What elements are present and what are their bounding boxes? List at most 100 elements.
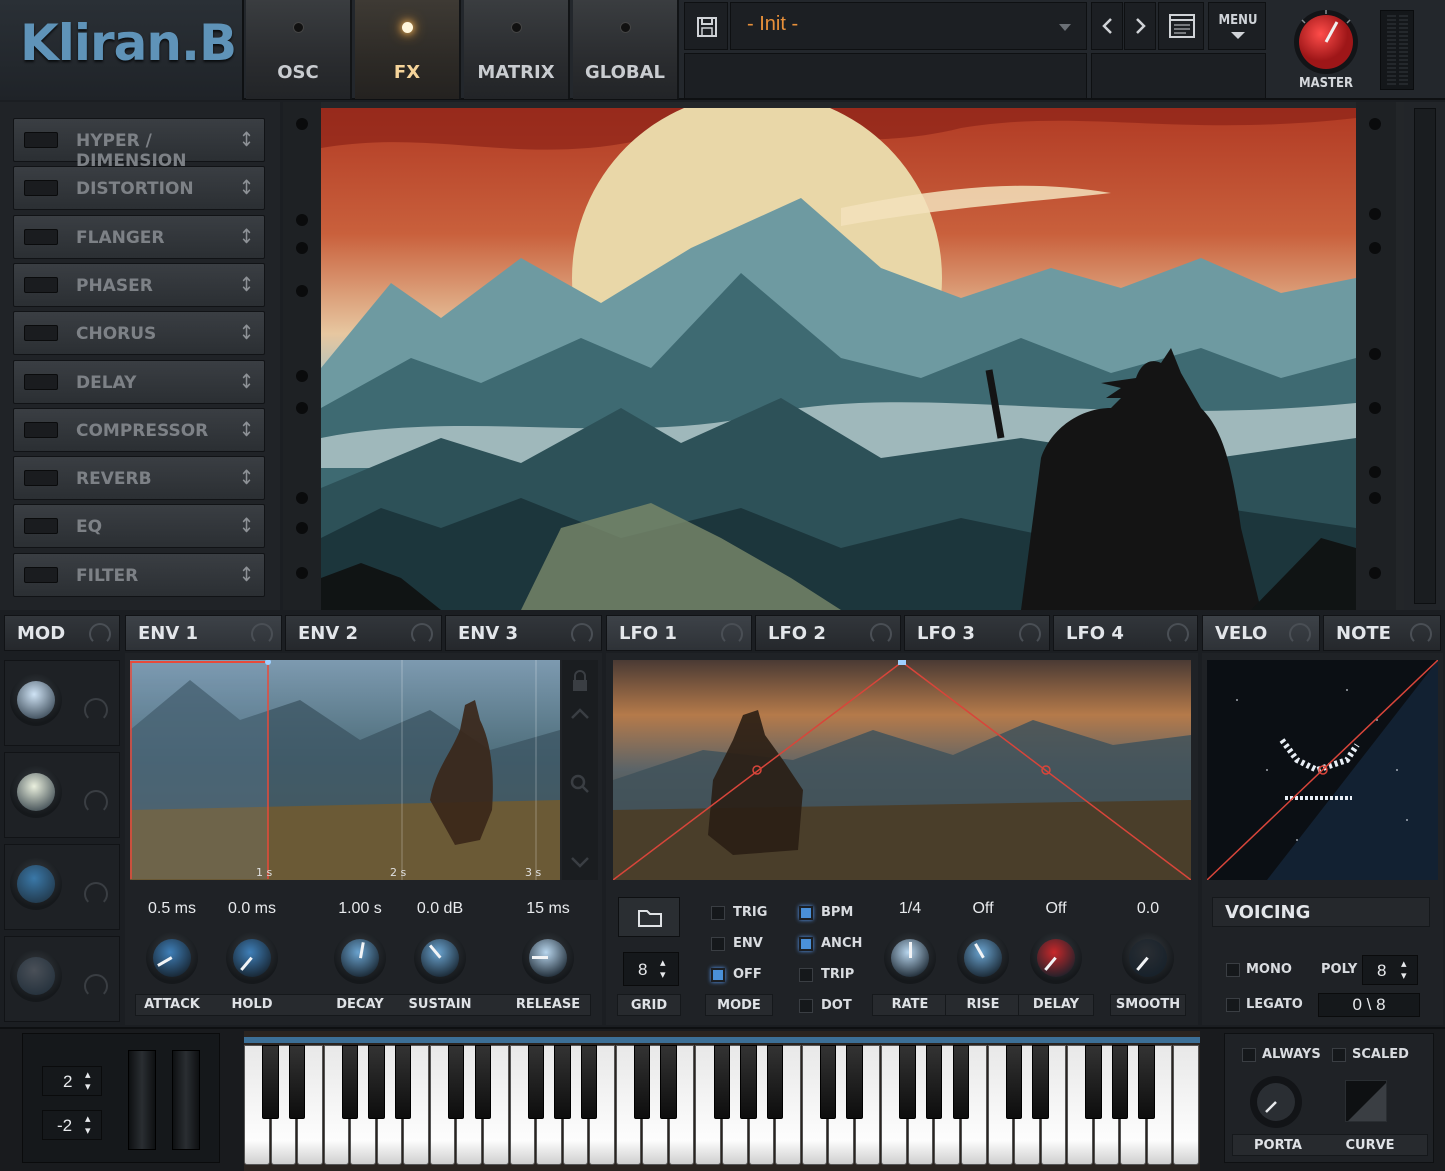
black-key[interactable]	[288, 1045, 306, 1119]
mode-off-radio[interactable]	[711, 968, 725, 982]
black-key[interactable]	[740, 1045, 757, 1119]
fx-toggle-led[interactable]	[24, 325, 58, 342]
trip-checkbox[interactable]	[799, 968, 813, 982]
bpm-checkbox[interactable]	[799, 906, 813, 920]
envelope-graph[interactable]: 1 s 2 s 3 s	[130, 660, 560, 880]
lfo-rate-knob[interactable]	[884, 932, 936, 984]
black-key[interactable]	[660, 1045, 677, 1119]
fx-slot-9[interactable]: EQ ↕	[13, 504, 265, 549]
tab-lfo-2[interactable]: LFO 2	[755, 615, 901, 651]
curve-shape-display[interactable]	[1345, 1080, 1387, 1122]
master-volume-knob[interactable]	[1292, 8, 1360, 76]
drag-handle-icon[interactable]: ↕	[239, 369, 254, 393]
lfo-shape-graph[interactable]	[613, 660, 1191, 880]
menu-button[interactable]: MENU	[1208, 2, 1266, 50]
fx-slot-10[interactable]: FILTER ↕	[13, 552, 265, 597]
tab-note[interactable]: NOTE	[1323, 615, 1441, 651]
black-key[interactable]	[819, 1045, 837, 1119]
white-key[interactable]	[1173, 1045, 1199, 1165]
tab-lfo-3[interactable]: LFO 3	[904, 615, 1050, 651]
load-lfo-shape-button[interactable]	[618, 897, 680, 937]
fx-slot-3[interactable]: FLANGER ↕	[13, 214, 265, 259]
black-key[interactable]	[474, 1045, 491, 1119]
fx-slot-5[interactable]: CHORUS ↕	[13, 311, 265, 356]
drag-handle-icon[interactable]: ↕	[239, 224, 254, 248]
mod-amount-knob[interactable]	[10, 766, 62, 818]
fx-slot-6[interactable]: DELAY ↕	[13, 359, 265, 404]
tab-osc[interactable]: OSC	[246, 0, 352, 99]
tab-env-1[interactable]: ENV 1	[125, 615, 282, 651]
black-key[interactable]	[580, 1045, 598, 1119]
mode-env-radio[interactable]	[711, 937, 725, 951]
pitch-wheel[interactable]	[128, 1050, 156, 1150]
preset-browser-button[interactable]	[1158, 2, 1204, 50]
velocity-curve-graph[interactable]	[1207, 660, 1438, 880]
black-key[interactable]	[899, 1045, 916, 1119]
next-preset-button[interactable]	[1124, 2, 1156, 50]
env-decay-knob[interactable]	[334, 932, 386, 984]
tab-lfo-4[interactable]: LFO 4	[1053, 615, 1198, 651]
lfo-delay-knob[interactable]	[1030, 932, 1082, 984]
drag-handle-icon[interactable]: ↕	[239, 465, 254, 489]
tab-velo[interactable]: VELO	[1202, 615, 1320, 651]
scaled-checkbox[interactable]	[1332, 1048, 1346, 1062]
black-key[interactable]	[846, 1045, 863, 1119]
fx-toggle-led[interactable]	[24, 566, 58, 583]
black-key[interactable]	[1111, 1045, 1129, 1119]
lfo-grid-stepper[interactable]: 8 ▴ ▾	[623, 952, 679, 986]
black-key[interactable]	[1032, 1045, 1049, 1119]
black-key[interactable]	[1138, 1045, 1155, 1119]
prev-preset-button[interactable]	[1091, 2, 1123, 50]
lfo-smooth-knob[interactable]	[1122, 932, 1174, 984]
fx-slot-4[interactable]: PHASER ↕	[13, 262, 265, 307]
drag-handle-icon[interactable]: ↕	[239, 175, 254, 199]
mode-trig-radio[interactable]	[711, 906, 725, 920]
octave-up-stepper[interactable]: 2 ▴ ▾	[42, 1066, 102, 1096]
mono-checkbox[interactable]	[1226, 963, 1240, 977]
fx-toggle-led[interactable]	[24, 470, 58, 487]
black-key[interactable]	[713, 1045, 730, 1119]
fx-toggle-led[interactable]	[24, 276, 58, 293]
env-attack-knob[interactable]	[146, 932, 198, 984]
mod-wheel[interactable]	[172, 1050, 200, 1150]
env-hold-knob[interactable]	[226, 932, 278, 984]
piano-keyboard[interactable]	[244, 1031, 1200, 1171]
tab-lfo-1[interactable]: LFO 1	[606, 615, 752, 651]
black-key[interactable]	[262, 1045, 279, 1119]
fx-slot-1[interactable]: HYPER / DIMENSION ↕	[13, 118, 265, 171]
tab-global[interactable]: GLOBAL	[573, 0, 679, 99]
drag-handle-icon[interactable]: ↕	[239, 513, 254, 537]
mod-amount-knob[interactable]	[10, 674, 62, 726]
tab-fx[interactable]: FX	[355, 0, 461, 99]
env-release-knob[interactable]	[522, 932, 574, 984]
tab-mod[interactable]: MOD	[4, 615, 120, 651]
mod-amount-knob[interactable]	[10, 950, 62, 1002]
fx-slot-7[interactable]: COMPRESSOR ↕	[13, 407, 265, 452]
black-key[interactable]	[1005, 1045, 1023, 1119]
fx-slot-2[interactable]: DISTORTION ↕	[13, 166, 265, 211]
drag-handle-icon[interactable]: ↕	[239, 562, 254, 586]
anch-checkbox[interactable]	[799, 937, 813, 951]
display-scrollbar[interactable]	[1404, 102, 1445, 610]
fx-toggle-led[interactable]	[24, 518, 58, 535]
always-checkbox[interactable]	[1242, 1048, 1256, 1062]
tab-env-3[interactable]: ENV 3	[445, 615, 602, 651]
poly-voices-stepper[interactable]: 8 ▴ ▾	[1362, 955, 1418, 985]
lfo-rise-knob[interactable]	[957, 932, 1009, 984]
black-key[interactable]	[447, 1045, 465, 1119]
fx-toggle-led[interactable]	[24, 421, 58, 438]
portamento-knob[interactable]	[1248, 1074, 1304, 1130]
black-key[interactable]	[368, 1045, 385, 1119]
drag-handle-icon[interactable]: ↕	[239, 272, 254, 296]
fx-slot-8[interactable]: REVERB ↕	[13, 456, 265, 501]
preset-selector[interactable]: - Init -	[730, 2, 1087, 50]
black-key[interactable]	[554, 1045, 571, 1119]
env-sustain-knob[interactable]	[414, 932, 466, 984]
dot-checkbox[interactable]	[799, 999, 813, 1013]
black-key[interactable]	[394, 1045, 412, 1119]
octave-down-stepper[interactable]: -2 ▴ ▾	[42, 1110, 102, 1140]
black-key[interactable]	[341, 1045, 359, 1119]
black-key[interactable]	[1085, 1045, 1102, 1119]
black-key[interactable]	[925, 1045, 943, 1119]
drag-handle-icon[interactable]: ↕	[239, 417, 254, 441]
